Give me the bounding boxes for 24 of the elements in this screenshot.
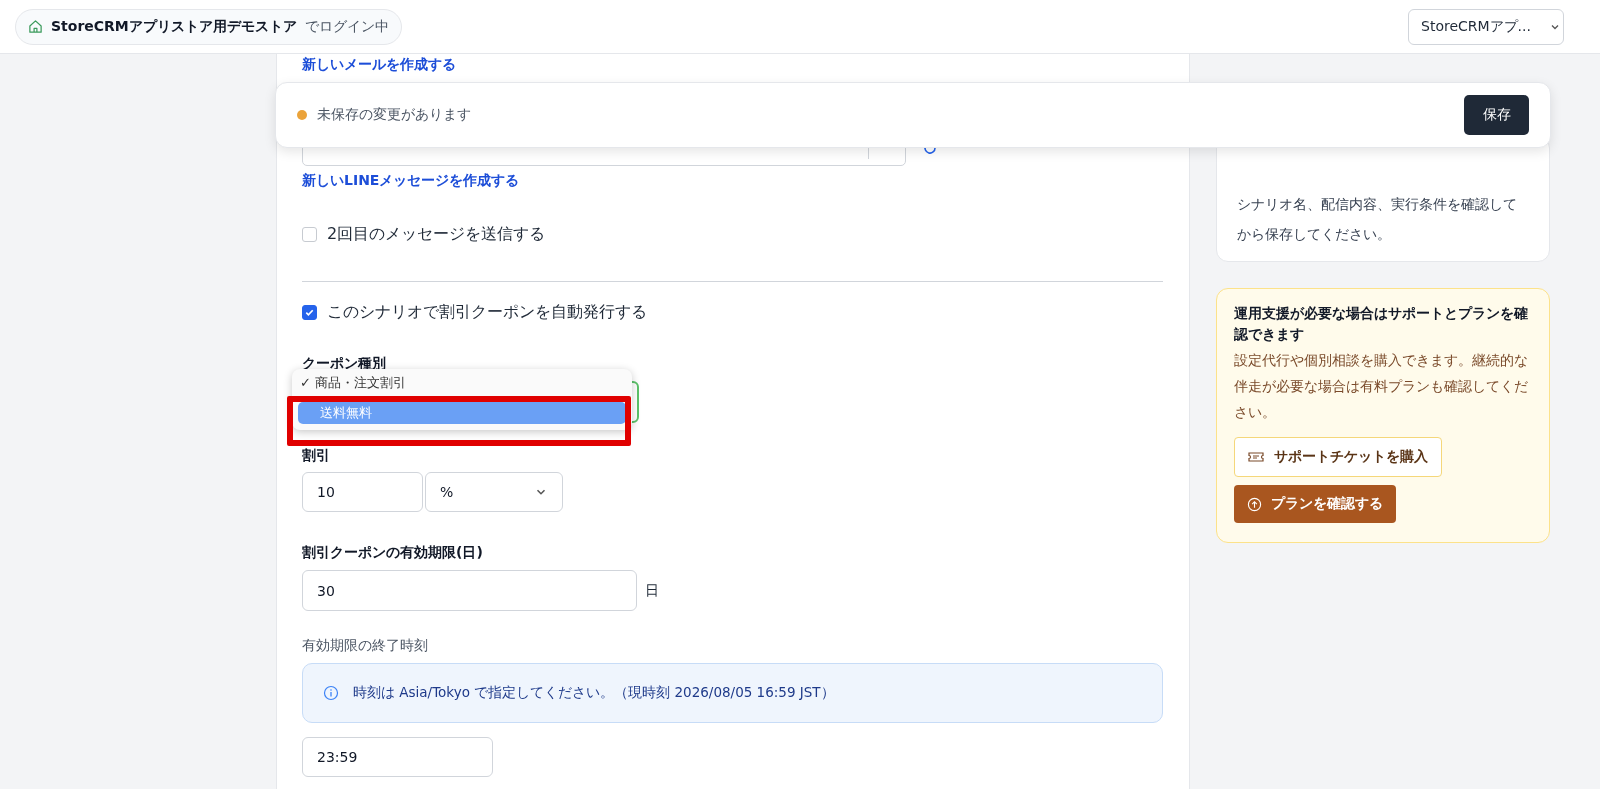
buy-ticket-button[interactable]: サポートチケットを購入 xyxy=(1234,437,1442,477)
card-title: 運用支援が必要な場合はサポートとプランを確認できます xyxy=(1234,304,1529,344)
new-mail-link[interactable]: 新しいメールを作成する xyxy=(302,56,456,74)
unsaved-message: 未保存の変更があります xyxy=(317,106,472,124)
login-status: でログイン中 xyxy=(304,17,389,36)
card-text: 設定代行や個別相談を購入できます。継続的な伴走が必要な場合は有料プランも確認してください。 xyxy=(1234,351,1529,422)
store-select[interactable]: StoreCRMアプ... xyxy=(1408,8,1564,45)
field-label: 有効期限の終了時刻 xyxy=(302,637,428,655)
info-text: 時刻は Asia/Tokyo で指定してください。（現時刻 2026/08/05 16:59 JST） xyxy=(353,684,835,702)
expiry-days-input[interactable]: 30 xyxy=(302,570,637,611)
dropdown-option[interactable]: ✓ 商品・注文割引 xyxy=(298,372,626,394)
field-label: 割引クーポンの有効期限(日) xyxy=(302,544,483,562)
store-name: StoreCRMアプリストア用デモストア xyxy=(51,17,297,36)
card-text: シナリオ名、配信内容、実行条件を確認してから保存してください。 xyxy=(1237,195,1518,244)
checkbox-label: このシナリオで割引クーポンを自動発行する xyxy=(327,302,647,323)
new-line-message-link[interactable]: 新しいLINEメッセージを作成する xyxy=(302,172,520,190)
checkbox-label: 2回目のメッセージを送信する xyxy=(327,224,546,245)
unit-select[interactable]: % xyxy=(425,472,563,512)
time-input[interactable]: 23:59 xyxy=(302,737,493,777)
discount-input[interactable]: 10 xyxy=(302,472,423,512)
unit-label: 日 xyxy=(645,581,659,600)
check-plan-button[interactable]: プランを確認する xyxy=(1234,485,1396,523)
save-button[interactable]: 保存 xyxy=(1464,95,1529,135)
field-label: 割引 xyxy=(302,447,330,465)
